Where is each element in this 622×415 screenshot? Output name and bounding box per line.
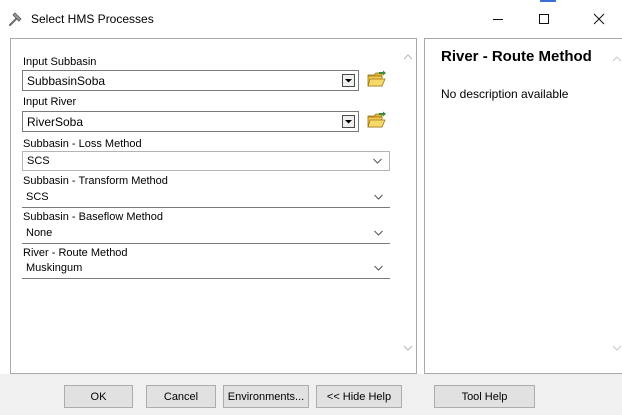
scroll-down-icon[interactable]: [403, 343, 413, 353]
hammer-icon: [7, 10, 25, 28]
help-scroll-down-icon[interactable]: [612, 343, 622, 353]
input-subbasin-label: Input Subbasin: [23, 56, 97, 68]
route-method-label: River - Route Method: [23, 247, 128, 259]
hide-help-button[interactable]: << Hide Help: [316, 385, 402, 408]
help-scroll-up-icon[interactable]: [612, 54, 622, 64]
input-river-label: Input River: [23, 96, 77, 108]
transform-method-value: SCS: [26, 191, 49, 203]
input-subbasin-field[interactable]: SubbasinSoba: [22, 70, 359, 91]
input-subbasin-value: SubbasinSoba: [27, 74, 106, 88]
chevron-down-icon: [373, 191, 384, 203]
parameters-scrollbar[interactable]: [399, 38, 417, 374]
title-bar: Select HMS Processes: [0, 0, 622, 38]
baseflow-method-label: Subbasin - Baseflow Method: [23, 211, 164, 223]
loss-method-value: SCS: [27, 155, 50, 167]
dropdown-arrow-icon[interactable]: [342, 115, 355, 128]
chevron-down-icon: [373, 262, 384, 274]
route-method-select[interactable]: Muskingum: [22, 259, 390, 279]
chevron-down-icon: [372, 155, 383, 167]
help-description: No description available: [441, 87, 569, 101]
transform-method-label: Subbasin - Transform Method: [23, 175, 168, 187]
input-river-field[interactable]: RiverSoba: [22, 111, 359, 132]
open-folder-icon: [367, 111, 387, 132]
chevron-down-icon: [373, 227, 384, 239]
dropdown-arrow-icon[interactable]: [342, 74, 355, 87]
tool-help-button[interactable]: Tool Help: [434, 385, 535, 408]
help-title: River - Route Method: [441, 48, 592, 65]
browse-river-button[interactable]: [365, 110, 389, 132]
ok-button[interactable]: OK: [64, 385, 133, 408]
loss-method-select[interactable]: SCS: [22, 151, 390, 171]
route-method-value: Muskingum: [26, 262, 83, 274]
transform-method-select[interactable]: SCS: [22, 188, 390, 208]
environments-button[interactable]: Environments...: [223, 385, 309, 408]
close-button[interactable]: [576, 0, 622, 38]
cancel-button[interactable]: Cancel: [146, 385, 216, 408]
browse-subbasin-button[interactable]: [365, 69, 389, 91]
baseflow-method-value: None: [26, 227, 53, 239]
scroll-up-icon[interactable]: [403, 52, 413, 62]
minimize-button[interactable]: [475, 0, 521, 38]
input-river-value: RiverSoba: [27, 115, 84, 129]
loss-method-label: Subbasin - Loss Method: [23, 138, 142, 150]
open-folder-icon: [367, 70, 387, 91]
window-title: Select HMS Processes: [31, 12, 154, 26]
baseflow-method-select[interactable]: None: [22, 224, 390, 244]
maximize-button[interactable]: [521, 0, 567, 38]
